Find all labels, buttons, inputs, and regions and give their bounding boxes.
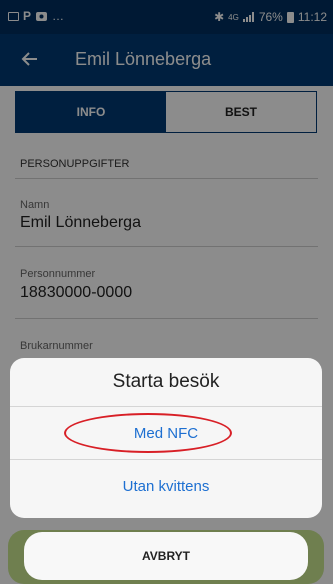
action-sheet-title: Starta besök	[10, 358, 322, 407]
option-med-nfc[interactable]: Med NFC	[10, 407, 322, 460]
option-utan-kvittens[interactable]: Utan kvittens	[10, 460, 322, 512]
option-utan-kvittens-label: Utan kvittens	[122, 477, 210, 495]
red-highlight-ellipse	[64, 413, 232, 453]
screen: P … ✱ 4G 76% 11:12 Emil Lönneberga INFO …	[0, 0, 333, 584]
cancel-area: AVBRYT	[0, 530, 333, 584]
cancel-button[interactable]: AVBRYT	[24, 532, 308, 580]
action-sheet: Starta besök Med NFC Utan kvittens	[10, 358, 322, 518]
